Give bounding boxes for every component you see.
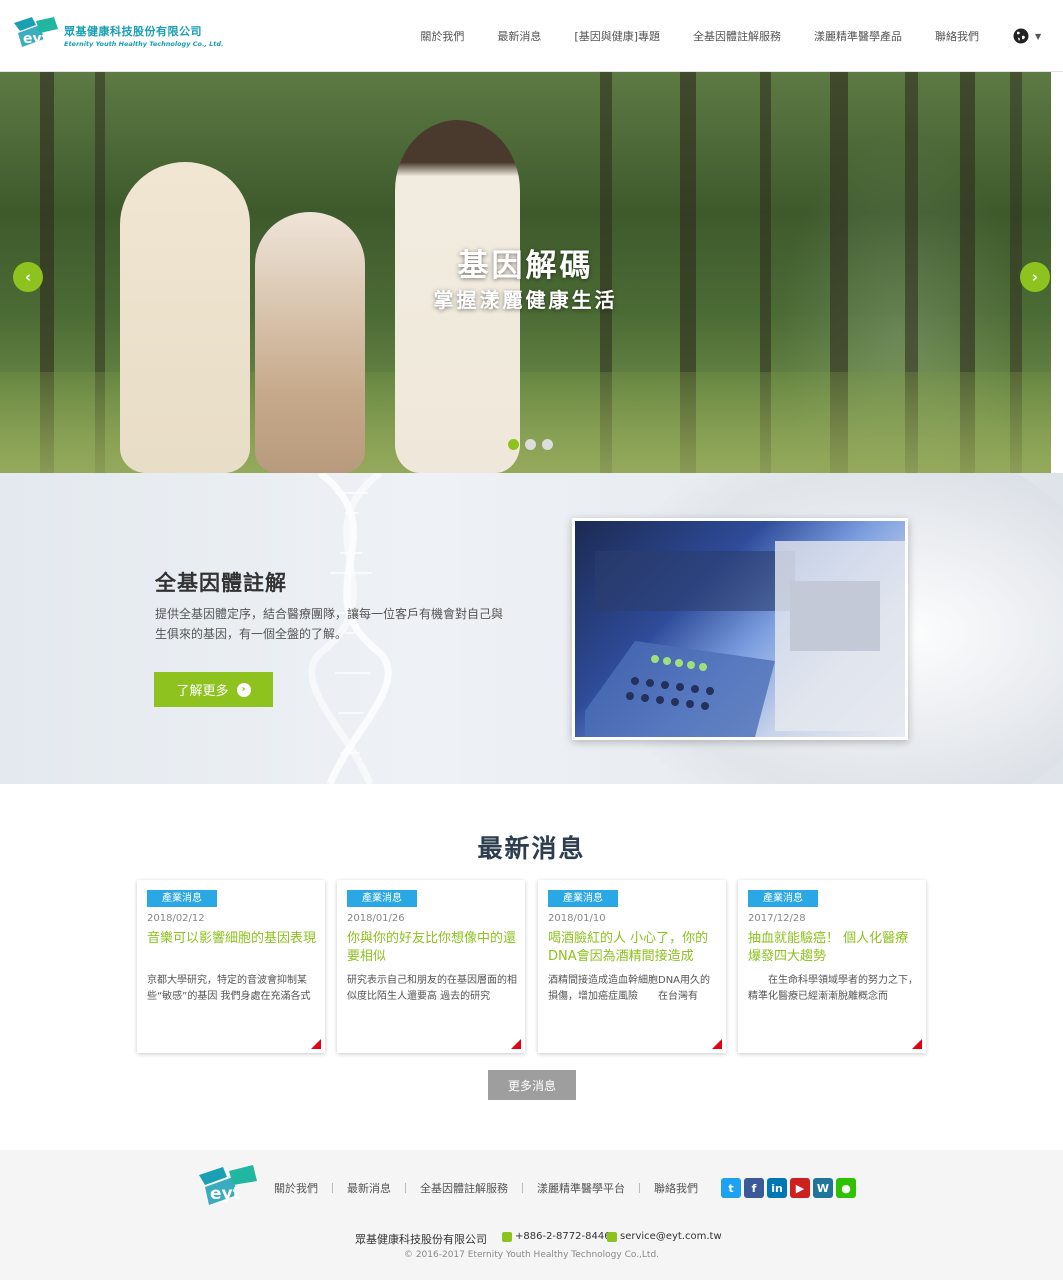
news-date: 2017/12/28 [748, 913, 806, 924]
svg-text:eyt: eyt [23, 31, 49, 47]
footer-nav: 關於我們 最新消息 全基因體註解服務 漾麗精準醫學平台 聯絡我們 [274, 1180, 698, 1196]
news-excerpt: 京都大學研究，特定的音波會抑制某些“敏感”的基因 我們身處在充滿各式 [147, 975, 311, 1002]
news-excerpt: 研究表示自己和朋友的在基因層面的相似度比陌生人還要高 過去的研究 [347, 975, 517, 1002]
slider-next-button[interactable]: › [1020, 262, 1050, 292]
divider [405, 1183, 406, 1193]
news-excerpt: 在生命科學領域學者的努力之下，精準化醫療已經漸漸脫離概念而 [748, 975, 918, 1002]
language-selector[interactable]: ▼ [1013, 26, 1045, 46]
footer-phone-number: +886-2-8772-8446 [515, 1231, 611, 1242]
hero-slider: 基因解碼 掌握漾麗健康生活 ‹ › [0, 72, 1051, 473]
genome-section-title: 全基因體註解 [155, 571, 287, 595]
footer-phone[interactable]: +886-2-8772-8446 [502, 1231, 611, 1242]
globe-icon [1013, 28, 1029, 44]
hero-subtitle: 掌握漾麗健康生活 [433, 288, 618, 312]
nav-genome-service[interactable]: 全基因體註解服務 [693, 28, 781, 44]
news-excerpt: 酒精間接造成造血幹細胞DNA用久的損傷，增加癌症風險 在台灣有 [548, 975, 711, 1002]
facebook-icon[interactable]: f [744, 1178, 764, 1198]
slider-dot[interactable] [525, 439, 536, 450]
slider-dot[interactable] [508, 439, 519, 450]
slider-dots [508, 439, 559, 450]
logo-company-name: 眾基健康科技股份有限公司 [64, 25, 202, 38]
news-card[interactable]: 產業消息 2018/01/26 你與你的好友比你想像中的還要相似 研究表示自己和… [337, 880, 525, 1053]
news-title[interactable]: 音樂可以影響細胞的基因表現 [147, 930, 317, 948]
wordpress-icon[interactable]: W [813, 1178, 833, 1198]
footer-nav-contact[interactable]: 聯絡我們 [654, 1180, 698, 1196]
site-logo[interactable]: eyt 眾基健康科技股份有限公司 Eternity Youth Healthy … [10, 15, 224, 55]
phone-icon [502, 1231, 512, 1242]
news-tag: 產業消息 [347, 890, 417, 907]
divider [639, 1183, 640, 1193]
nav-contact[interactable]: 聯絡我們 [935, 28, 979, 44]
news-title[interactable]: 抽血就能驗癌！ 個人化醫療爆發四大趨勢 [748, 930, 918, 966]
svg-text:eyt: eyt [210, 1184, 241, 1204]
news-card[interactable]: 產業消息 2018/02/12 音樂可以影響細胞的基因表現 京都大學研究，特定的… [137, 880, 325, 1053]
site-header: eyt 眾基健康科技股份有限公司 Eternity Youth Healthy … [0, 0, 1063, 72]
slider-dot[interactable] [542, 439, 553, 450]
genome-section-description: 提供全基因體定序，結合醫療團隊，讓每一位客戶有機會對自己與生俱來的基因，有一個全… [155, 607, 504, 641]
footer-copyright: © 2016-2017 Eternity Youth Healthy Techn… [403, 1250, 660, 1260]
lab-equipment-image [572, 518, 908, 740]
slider-prev-button[interactable]: ‹ [13, 262, 43, 292]
main-nav: 關於我們 最新消息 [基因與健康]專題 全基因體註解服務 漾麗精準醫學產品 聯絡… [387, 0, 979, 72]
youtube-icon[interactable]: ▶ [790, 1178, 810, 1198]
footer-company-name: 眾基健康科技股份有限公司 [355, 1233, 487, 1246]
corner-triangle-icon [712, 1039, 722, 1049]
news-tag: 產業消息 [748, 890, 818, 907]
more-news-button[interactable]: 更多消息 [488, 1070, 576, 1100]
chevron-right-icon: › [1031, 268, 1039, 286]
nav-about[interactable]: 關於我們 [420, 28, 464, 44]
news-title[interactable]: 喝酒臉紅的人 小心了，你的DNA會因為酒精間接造成 [548, 930, 718, 966]
news-date: 2018/01/26 [347, 913, 405, 924]
chevron-right-circle-icon: › [236, 682, 251, 697]
hero-title: 基因解碼 [457, 248, 594, 284]
news-title[interactable]: 你與你的好友比你想像中的還要相似 [347, 930, 517, 966]
corner-triangle-icon [511, 1039, 521, 1049]
lab-image-illustration [585, 541, 905, 737]
footer-nav-precision-platform[interactable]: 漾麗精準醫學平台 [537, 1180, 625, 1196]
learn-more-label: 了解更多 [176, 684, 229, 699]
site-footer: eyt 關於我們 最新消息 全基因體註解服務 漾麗精準醫學平台 聯絡我們 tfi… [0, 1150, 1063, 1280]
genome-section: 全基因體註解 提供全基因體定序，結合醫療團隊，讓每一位客戶有機會對自己與生俱來的… [0, 473, 1063, 784]
chevron-down-icon: ▼ [1035, 31, 1042, 41]
corner-triangle-icon [912, 1039, 922, 1049]
corner-triangle-icon [311, 1039, 321, 1049]
hero-figure-father [120, 162, 250, 473]
news-tag: 產業消息 [147, 890, 217, 907]
news-heading: 最新消息 [477, 834, 586, 863]
divider [522, 1183, 523, 1193]
footer-logo-icon[interactable]: eyt [195, 1165, 261, 1211]
nav-gene-health-topics[interactable]: [基因與健康]專題 [574, 28, 660, 44]
nav-news[interactable]: 最新消息 [497, 28, 541, 44]
divider [332, 1183, 333, 1193]
news-card[interactable]: 產業消息 2017/12/28 抽血就能驗癌！ 個人化醫療爆發四大趨勢 在生命科… [738, 880, 926, 1053]
twitter-icon[interactable]: t [721, 1178, 741, 1198]
email-icon [607, 1231, 617, 1242]
linkedin-icon[interactable]: in [767, 1178, 787, 1198]
footer-nav-news[interactable]: 最新消息 [347, 1180, 391, 1196]
social-links: t f in ▶ W ● [721, 1178, 859, 1198]
news-date: 2018/01/10 [548, 913, 606, 924]
chevron-left-icon: ‹ [24, 268, 32, 286]
logo-company-name-en: Eternity Youth Healthy Technology Co., L… [64, 40, 224, 48]
footer-nav-genome-service[interactable]: 全基因體註解服務 [420, 1180, 508, 1196]
learn-more-button[interactable]: 了解更多 › [154, 672, 273, 707]
news-card[interactable]: 產業消息 2018/01/10 喝酒臉紅的人 小心了，你的DNA會因為酒精間接造… [538, 880, 726, 1053]
nav-precision-products[interactable]: 漾麗精準醫學產品 [814, 28, 902, 44]
news-date: 2018/02/12 [147, 913, 205, 924]
news-tag: 產業消息 [548, 890, 618, 907]
logo-mark-icon: eyt [14, 17, 58, 47]
footer-nav-about[interactable]: 關於我們 [274, 1180, 318, 1196]
footer-email[interactable]: service@eyt.com.tw [607, 1231, 722, 1242]
wechat-icon[interactable]: ● [836, 1178, 856, 1198]
footer-email-address: service@eyt.com.tw [620, 1231, 722, 1242]
